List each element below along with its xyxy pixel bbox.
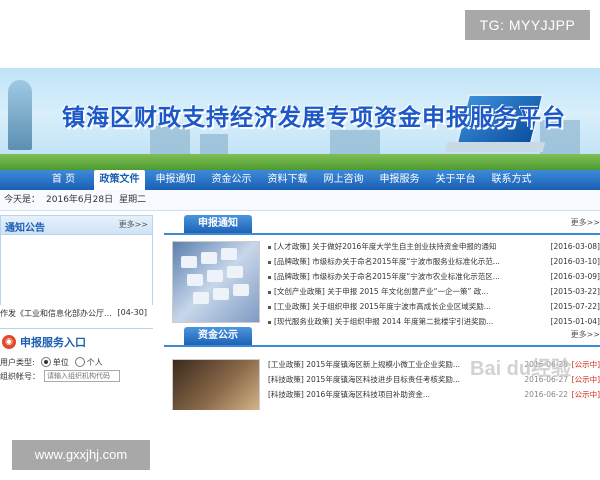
weekday-value: 星期二 bbox=[119, 195, 147, 205]
user-type-label: 用户类型: bbox=[0, 357, 35, 367]
keyboard-thumbnail bbox=[172, 241, 260, 323]
radio-individual-label: 个人 bbox=[86, 357, 103, 367]
notice-panel-header: 通知公告 更多>> bbox=[0, 215, 153, 235]
nav-about[interactable]: 关于平台 bbox=[430, 170, 481, 190]
status-badge: [公示中] bbox=[571, 375, 600, 384]
account-label: 组织帐号： bbox=[0, 371, 40, 381]
watermark-top: TG: MYYJJPP bbox=[465, 10, 590, 40]
apply-notice-more-link[interactable]: 更多>> bbox=[571, 217, 600, 228]
list-item-date: 2016-06-22 bbox=[524, 390, 568, 399]
list-item[interactable]: [文创产业政策] 关于申报 2015 年文化创意产业“一企一策” 政... [20… bbox=[268, 284, 600, 299]
apply-entry-title: 申报服务入口 bbox=[20, 336, 86, 349]
list-item-text: [人才政策] 关于做好2016年度大学生自主创业扶持资金申报的通知 bbox=[274, 242, 497, 251]
nav-apply-service[interactable]: 申报服务 bbox=[374, 170, 425, 190]
list-item-text: [工业政策] 2015年度镇海区新上规模小微工业企业奖励... bbox=[268, 360, 460, 369]
date-value: 2016年6月28日 bbox=[46, 195, 114, 205]
list-item[interactable]: [品牌政策] 市级标办关于命名2015年度“宁波市农业标准化示范区... [201… bbox=[268, 269, 600, 284]
radio-unit[interactable] bbox=[40, 357, 51, 367]
notice-more-link[interactable]: 更多>> bbox=[119, 216, 148, 234]
notice-item-date: [04-30] bbox=[117, 308, 148, 317]
nav-fund-publicity[interactable]: 资金公示 bbox=[206, 170, 257, 190]
list-item-text: [品牌政策] 市级标办关于命名2015年度“宁波市农业标准化示范区... bbox=[274, 272, 500, 281]
tab-fund-publicity[interactable]: 资金公示 bbox=[184, 327, 252, 345]
date-label: 今天是： bbox=[4, 195, 41, 205]
apply-notice-list-area: [人才政策] 关于做好2016年度大学生自主创业扶持资金申报的通知 [2016-0… bbox=[164, 235, 600, 327]
baidu-watermark: Bai du经验 bbox=[470, 358, 572, 380]
list-item-date: [2016-03-08] bbox=[550, 242, 600, 251]
landmark-graphic bbox=[8, 80, 32, 150]
list-item[interactable]: [人才政策] 关于做好2016年度大学生自主创业扶持资金申报的通知 [2016-0… bbox=[268, 239, 600, 254]
main-nav: 首 页 政策文件 申报通知 资金公示 资料下载 网上咨询 申报服务 关于平台 联… bbox=[0, 170, 600, 190]
list-item-date: [2016-03-09] bbox=[550, 272, 600, 281]
list-item-text: [品牌政策] 市级标办关于命名2015年度“宁波市服务业标准化示范... bbox=[274, 257, 500, 266]
list-item[interactable]: [工业政策] 关于组织申报 2015年度宁波市高成长企业区域奖励... [2015… bbox=[268, 299, 600, 314]
nav-contact[interactable]: 联系方式 bbox=[486, 170, 537, 190]
fund-notice-header: 资金公示 更多>> bbox=[164, 327, 600, 347]
left-column: 通知公告 更多>> bbox=[0, 215, 153, 305]
nav-policy-docs[interactable]: 政策文件 bbox=[94, 170, 145, 190]
notice-panel-body bbox=[0, 235, 153, 305]
account-row: 组织帐号： bbox=[0, 369, 153, 383]
apply-notice-list: [人才政策] 关于做好2016年度大学生自主创业扶持资金申报的通知 [2016-0… bbox=[268, 239, 600, 329]
watermark-bottom: www.gxxjhj.com bbox=[12, 440, 150, 470]
list-item-date: [2016-03-10] bbox=[550, 257, 600, 266]
nav-home[interactable]: 首 页 bbox=[38, 170, 89, 190]
radio-unit-label: 单位 bbox=[52, 357, 69, 367]
list-item[interactable]: [科技政策] 2016年度镇海区科技项目补助资金... 2016-06-22 [公示… bbox=[268, 387, 600, 402]
list-item-date: [2015-03-22] bbox=[550, 287, 600, 296]
nav-apply-notice[interactable]: 申报通知 bbox=[150, 170, 201, 190]
nav-online-consult[interactable]: 网上咨询 bbox=[318, 170, 369, 190]
site-banner: 镇海区财政支持经济发展专项资金申报服务平台 bbox=[0, 68, 600, 170]
nav-downloads[interactable]: 资料下载 bbox=[262, 170, 313, 190]
notice-panel-title: 通知公告 bbox=[5, 223, 45, 234]
list-item-text: [文创产业政策] 关于申报 2015 年文化创意产业“一企一策” 政... bbox=[274, 287, 489, 296]
list-item-text: [现代服务业政策] 关于组织申报 2014 年度第二批楼宇引进奖励... bbox=[274, 317, 494, 326]
apply-entry-icon: ◉ bbox=[2, 335, 16, 349]
office-thumbnail bbox=[172, 359, 260, 410]
tab-apply-notice[interactable]: 申报通知 bbox=[184, 215, 252, 233]
fund-notice-more-link[interactable]: 更多>> bbox=[571, 329, 600, 340]
date-bar: 今天是： 2016年6月28日 星期二 bbox=[0, 190, 600, 211]
account-input[interactable] bbox=[44, 370, 120, 382]
notice-item-text: 作发《工业和信息化部办公厅... bbox=[0, 309, 112, 318]
list-item-text: [工业政策] 关于组织申报 2015年度宁波市高成长企业区域奖励... bbox=[274, 302, 491, 311]
list-item-text: [科技政策] 2016年度镇海区科技项目补助资金... bbox=[268, 390, 430, 399]
apply-notice-header: 申报通知 更多>> bbox=[164, 215, 600, 235]
notice-item[interactable]: 作发《工业和信息化部办公厅... [04-30] bbox=[0, 308, 153, 319]
list-item-text: [科技政策] 2015年度镇海区科技进步目标责任考核奖励... bbox=[268, 375, 460, 384]
status-badge: [公示中] bbox=[571, 390, 600, 399]
radio-individual[interactable] bbox=[74, 357, 85, 367]
site-title: 镇海区财政支持经济发展专项资金申报服务平台 bbox=[62, 105, 566, 131]
user-type-row: 用户类型: 单位 个人 bbox=[0, 355, 153, 369]
list-item-date: [2015-07-22] bbox=[550, 302, 600, 311]
list-item[interactable]: [品牌政策] 市级标办关于命名2015年度“宁波市服务业标准化示范... [201… bbox=[268, 254, 600, 269]
apply-entry-panel: ◉ 申报服务入口 用户类型: 单位 个人 组织帐号： bbox=[0, 328, 153, 383]
status-badge: [公示中] bbox=[571, 360, 600, 369]
